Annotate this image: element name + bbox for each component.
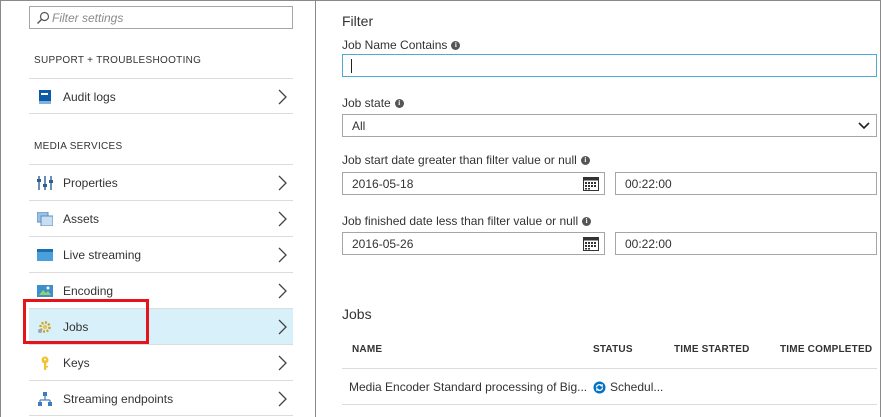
section-title-media-services: MEDIA SERVICES: [34, 141, 123, 152]
filter-title: Filter: [342, 13, 374, 29]
sidebar-item-label: Properties: [63, 176, 118, 190]
chevron-right-icon: [278, 319, 287, 335]
sidebar-item-label: Streaming endpoints: [63, 392, 174, 406]
sidebar-item-label: Encoding: [63, 284, 114, 298]
jobs-table-header: NAME STATUS TIME STARTED TIME COMPLETED: [342, 333, 877, 369]
column-header-time-completed[interactable]: TIME COMPLETED: [780, 344, 872, 355]
section-title-support: SUPPORT + TROUBLESHOOTING: [34, 55, 202, 66]
chevron-right-icon: [278, 211, 287, 227]
filter-pane: Filter Job Name Contains i Job state i A…: [316, 1, 879, 417]
job-name-label: Job Name Contains: [342, 38, 448, 52]
job-state-select[interactable]: All: [342, 114, 877, 137]
start-time-input[interactable]: 00:22:00: [615, 172, 877, 195]
sidebar-item-encoding[interactable]: Encoding: [29, 272, 293, 308]
properties-icon: [37, 176, 53, 190]
filter-settings-box[interactable]: [29, 6, 293, 29]
scheduled-status-icon: [593, 381, 606, 394]
chevron-right-icon: [278, 175, 287, 191]
jobs-gear-icon: [38, 321, 51, 333]
finish-date-label: Job finished date less than filter value…: [342, 214, 579, 228]
info-icon[interactable]: i: [451, 40, 461, 50]
sidebar-item-streaming-endpoints[interactable]: Streaming endpoints: [29, 380, 293, 416]
sidebar-item-label: Audit logs: [63, 90, 116, 104]
column-header-status[interactable]: STATUS: [593, 344, 633, 355]
key-icon: [41, 356, 49, 370]
sidebar-item-jobs[interactable]: Jobs: [29, 308, 293, 344]
job-status-cell: Schedul...: [610, 380, 664, 394]
chevron-right-icon: [278, 89, 287, 105]
sidebar-item-label: Assets: [63, 212, 100, 226]
start-date-label: Job start date greater than filter value…: [342, 153, 577, 167]
job-state-value: All: [352, 119, 366, 133]
job-state-label-row: Job state i: [342, 96, 404, 110]
sidebar-item-assets[interactable]: Assets: [29, 200, 293, 236]
settings-sidebar: SUPPORT + TROUBLESHOOTING Audit logs MED…: [1, 1, 304, 417]
finish-date-input[interactable]: 2016-05-26: [342, 232, 605, 255]
chevron-right-icon: [278, 391, 287, 407]
start-time-value: 00:22:00: [625, 177, 672, 191]
column-header-name[interactable]: NAME: [352, 344, 382, 355]
job-name-input[interactable]: [342, 54, 877, 77]
book-icon: [39, 90, 51, 104]
sidebar-item-properties[interactable]: Properties: [29, 164, 293, 200]
info-icon[interactable]: i: [580, 155, 590, 165]
search-icon: [37, 11, 50, 24]
job-state-label: Job state: [342, 96, 391, 110]
finish-date-value: 2016-05-26: [352, 237, 414, 251]
start-date-input[interactable]: 2016-05-18: [342, 172, 605, 195]
start-date-value: 2016-05-18: [352, 177, 414, 191]
network-icon: [38, 392, 52, 406]
live-streaming-icon: [37, 249, 53, 261]
chevron-down-icon: [858, 122, 870, 130]
sidebar-item-audit-logs[interactable]: Audit logs: [29, 78, 293, 114]
finish-time-input[interactable]: 00:22:00: [615, 232, 877, 255]
chevron-right-icon: [278, 247, 287, 263]
filter-settings-input[interactable]: [52, 9, 287, 26]
calendar-icon[interactable]: [583, 176, 599, 191]
assets-icon: [37, 212, 53, 226]
sidebar-item-keys[interactable]: Keys: [29, 344, 293, 380]
encoding-icon: [37, 285, 53, 297]
job-name-label-row: Job Name Contains i: [342, 38, 461, 52]
finish-time-value: 00:22:00: [625, 237, 672, 251]
finish-date-label-row: Job finished date less than filter value…: [342, 214, 592, 228]
column-header-time-started[interactable]: TIME STARTED: [674, 344, 750, 355]
chevron-right-icon: [278, 283, 287, 299]
table-row[interactable]: Media Encoder Standard processing of Big…: [342, 369, 877, 405]
text-caret: [351, 59, 352, 73]
sidebar-item-live-streaming[interactable]: Live streaming: [29, 236, 293, 272]
calendar-icon[interactable]: [583, 236, 599, 251]
sidebar-item-label: Jobs: [63, 320, 89, 334]
sidebar-item-label: Live streaming: [63, 248, 142, 262]
jobs-section-title: Jobs: [342, 306, 372, 322]
info-icon[interactable]: i: [582, 216, 592, 226]
job-name-cell: Media Encoder Standard processing of Big…: [349, 380, 588, 394]
start-date-label-row: Job start date greater than filter value…: [342, 153, 590, 167]
chevron-right-icon: [278, 355, 287, 371]
info-icon[interactable]: i: [394, 98, 404, 108]
sidebar-item-label: Keys: [63, 356, 90, 370]
